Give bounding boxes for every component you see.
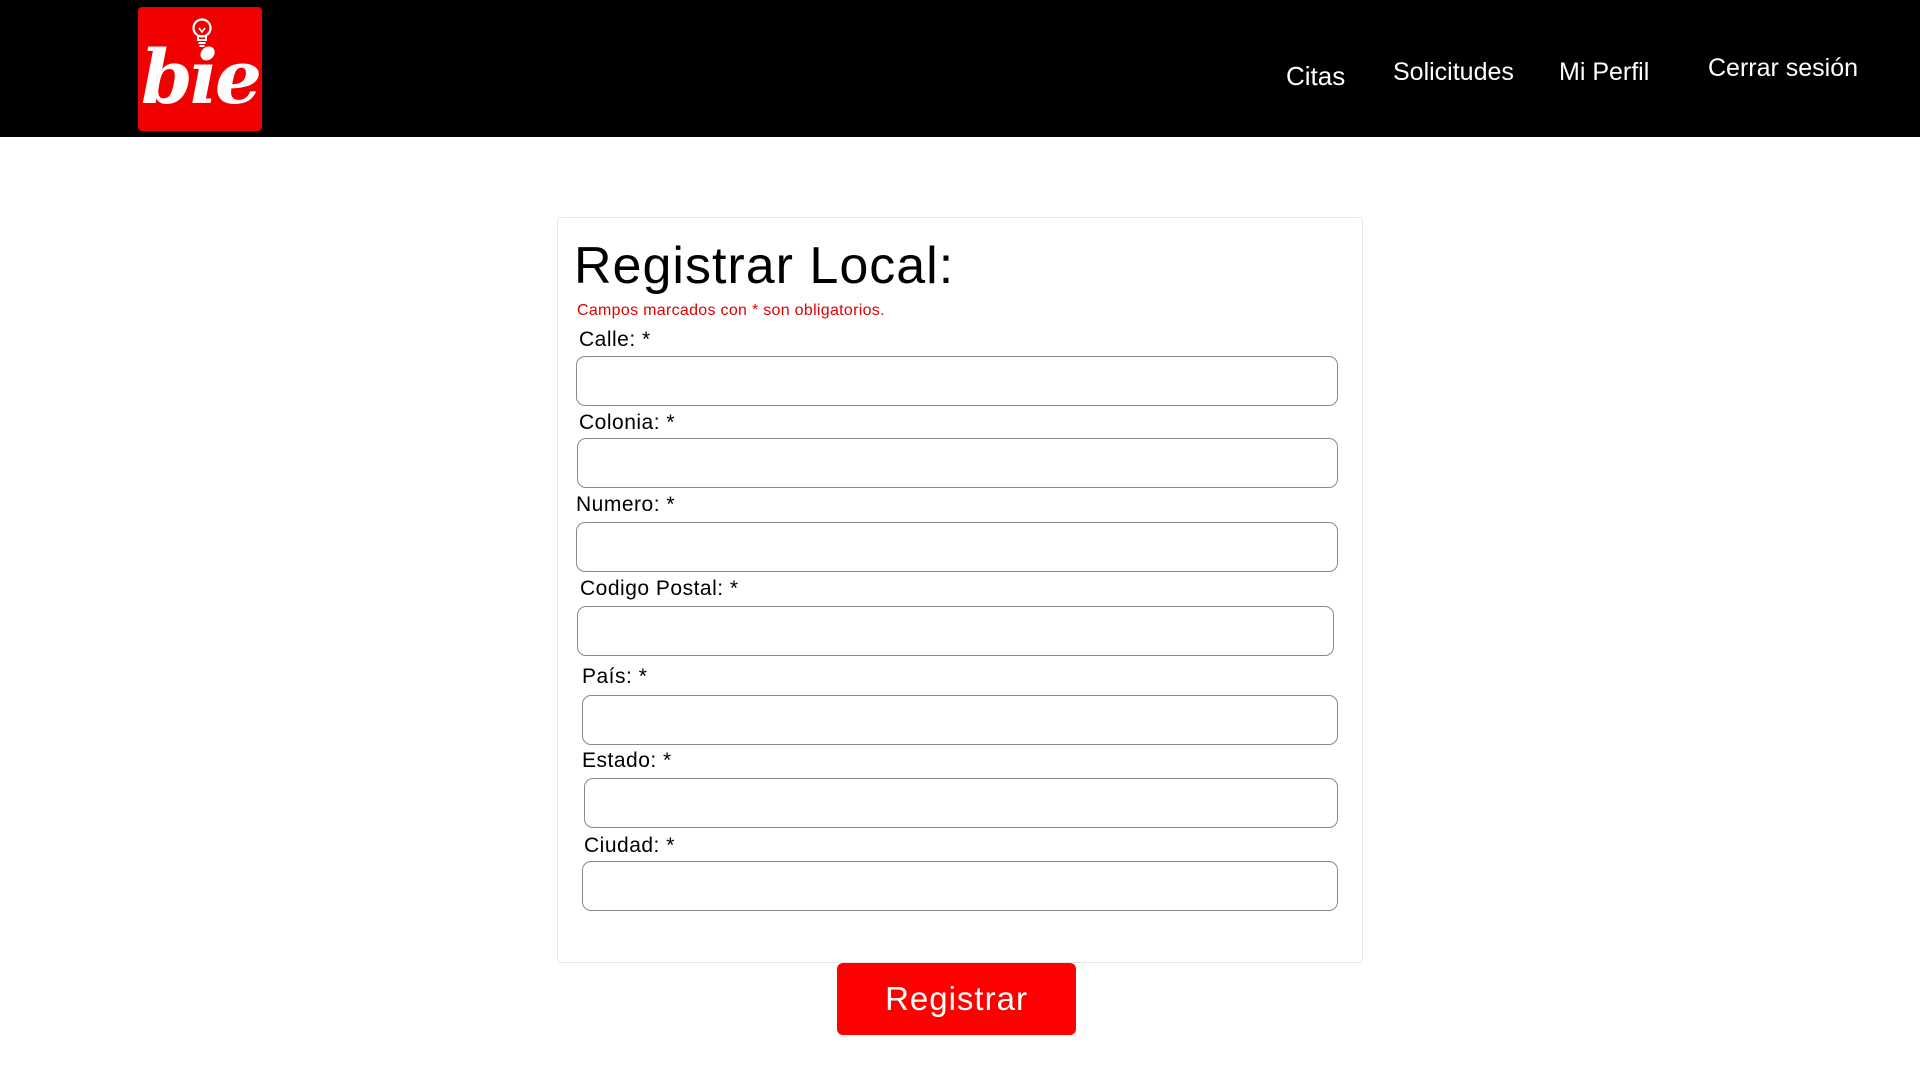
codigo-postal-input[interactable] [577, 606, 1334, 656]
colonia-label: Colonia: * [579, 411, 676, 434]
pais-input[interactable] [582, 695, 1338, 745]
ciudad-input[interactable] [582, 861, 1338, 911]
nav-link-cerrar-sesion[interactable]: Cerrar sesión [1708, 54, 1858, 83]
numero-label: Numero: * [576, 493, 676, 516]
calle-input[interactable] [576, 356, 1338, 406]
nav-link-mi-perfil[interactable]: Mi Perfil [1559, 58, 1649, 87]
bie-logo[interactable]: bie [138, 7, 262, 131]
top-navbar: bie Citas Solicitudes Mi Perfil Cerrar s… [0, 0, 1920, 137]
lightbulb-icon [192, 18, 212, 47]
nav-link-solicitudes[interactable]: Solicitudes [1393, 58, 1514, 87]
required-fields-note: Campos marcados con * son obligatorios. [577, 302, 885, 319]
ciudad-label: Ciudad: * [584, 834, 675, 857]
colonia-input[interactable] [577, 438, 1338, 488]
numero-input[interactable] [576, 522, 1338, 572]
register-local-form: Registrar Local: Campos marcados con * s… [557, 217, 1363, 963]
registrar-button[interactable]: Registrar [837, 963, 1076, 1035]
nav-link-citas[interactable]: Citas [1286, 61, 1345, 92]
estado-input[interactable] [584, 778, 1338, 828]
codigo-postal-label: Codigo Postal: * [580, 577, 739, 600]
pais-label: País: * [582, 665, 648, 688]
estado-label: Estado: * [582, 749, 672, 772]
page-title: Registrar Local: [574, 237, 955, 295]
calle-label: Calle: * [579, 328, 651, 351]
logo-text: bie [141, 35, 262, 121]
